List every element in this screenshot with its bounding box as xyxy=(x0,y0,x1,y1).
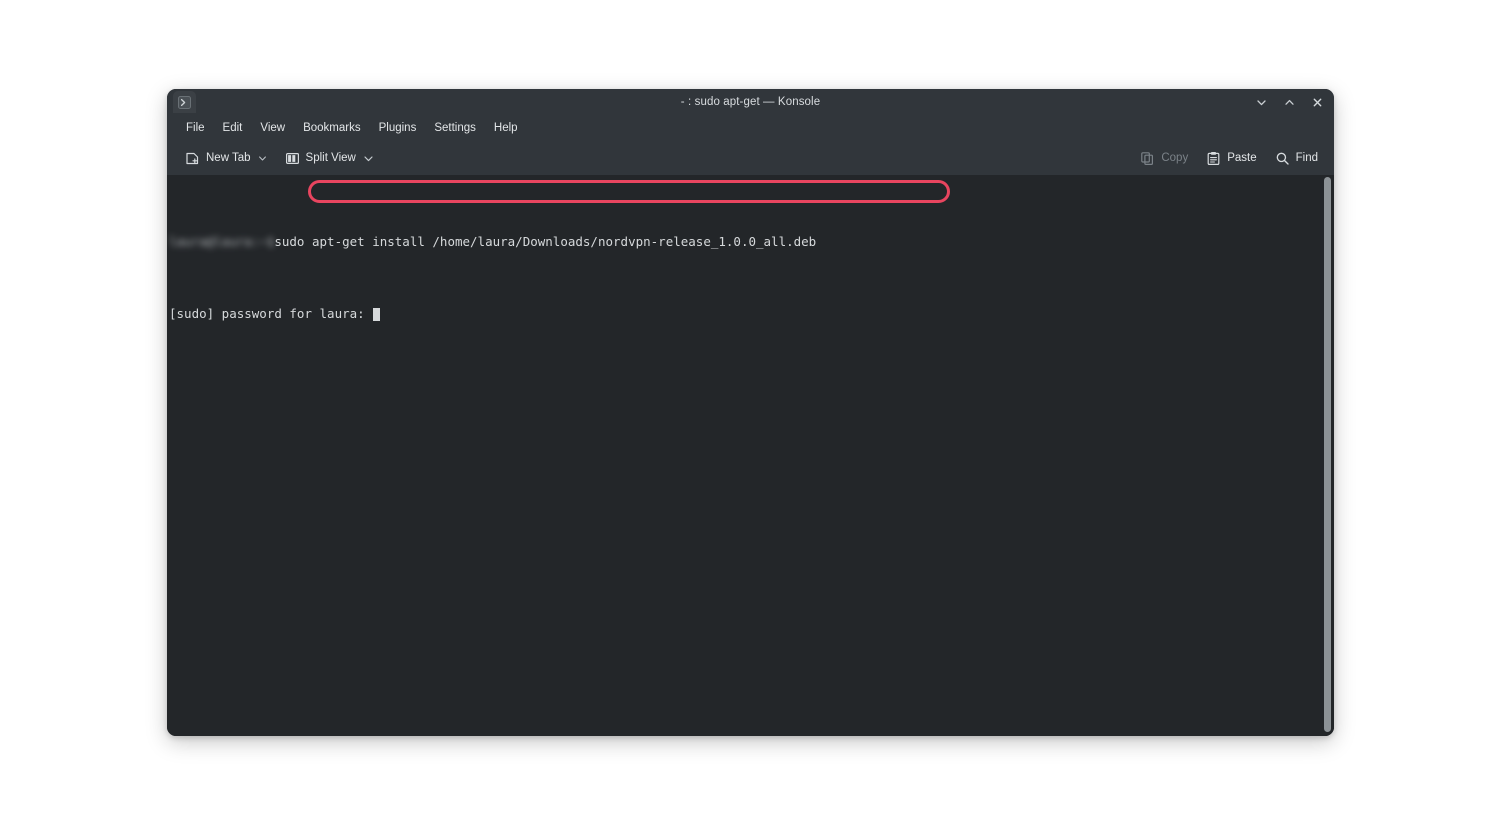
menu-item-plugins[interactable]: Plugins xyxy=(370,119,426,137)
terminal-line-password-prompt: [sudo] password for laura: xyxy=(169,305,1334,323)
toolbar-left-group: New Tab Split View xyxy=(179,148,380,169)
copy-label: Copy xyxy=(1161,152,1189,164)
new-tab-label: New Tab xyxy=(206,152,251,164)
terminal-prompt-icon xyxy=(173,91,196,113)
menu-item-edit[interactable]: Edit xyxy=(214,119,252,137)
menu-item-help[interactable]: Help xyxy=(485,119,527,137)
window-title: - : sudo apt-get — Konsole xyxy=(680,96,821,108)
toolbar: New Tab Split View Copy Paste Find xyxy=(167,141,1334,175)
paste-icon xyxy=(1206,151,1221,166)
menu-item-file[interactable]: File xyxy=(177,119,214,137)
search-icon xyxy=(1275,151,1290,166)
maximize-button[interactable] xyxy=(1280,93,1298,111)
new-tab-button[interactable]: New Tab xyxy=(179,148,273,169)
split-view-button[interactable]: Split View xyxy=(279,148,380,169)
split-view-icon xyxy=(285,151,300,166)
chevron-down-icon[interactable] xyxy=(363,153,374,164)
paste-label: Paste xyxy=(1227,152,1257,164)
new-tab-icon xyxy=(185,151,200,166)
split-view-label: Split View xyxy=(305,152,356,164)
titlebar: - : sudo apt-get — Konsole xyxy=(167,89,1334,115)
copy-button[interactable]: Copy xyxy=(1134,148,1194,169)
terminal-output[interactable]: laura@laura:~$ sudo apt-get install /hom… xyxy=(167,175,1334,736)
paste-button[interactable]: Paste xyxy=(1200,148,1262,169)
chevron-down-icon[interactable] xyxy=(258,154,267,163)
find-button[interactable]: Find xyxy=(1269,148,1324,169)
shell-prompt-redacted: laura@laura:~$ xyxy=(169,234,275,249)
konsole-window: - : sudo apt-get — Konsole File Edit Vie… xyxy=(167,89,1334,736)
terminal-line-command: laura@laura:~$ sudo apt-get install /hom… xyxy=(169,233,1334,251)
window-controls xyxy=(1252,89,1326,115)
menu-item-bookmarks[interactable]: Bookmarks xyxy=(294,119,370,137)
toolbar-right-group: Copy Paste Find xyxy=(1134,148,1324,169)
menubar: File Edit View Bookmarks Plugins Setting… xyxy=(167,115,1334,141)
find-label: Find xyxy=(1295,152,1318,164)
screen: - : sudo apt-get — Konsole File Edit Vie… xyxy=(0,0,1500,828)
minimize-button[interactable] xyxy=(1252,93,1270,111)
terminal-area[interactable]: laura@laura:~$ sudo apt-get install /hom… xyxy=(167,175,1334,736)
terminal-command-text: sudo apt-get install /home/laura/Downloa… xyxy=(274,234,817,249)
menu-item-view[interactable]: View xyxy=(251,119,294,137)
menu-item-settings[interactable]: Settings xyxy=(425,119,485,137)
text-cursor xyxy=(373,307,381,321)
close-button[interactable] xyxy=(1308,93,1326,111)
scrollbar-thumb[interactable] xyxy=(1324,177,1331,732)
copy-icon xyxy=(1140,151,1155,166)
terminal-scrollbar[interactable] xyxy=(1321,175,1334,736)
sudo-password-prompt: [sudo] password for laura: xyxy=(169,306,373,321)
